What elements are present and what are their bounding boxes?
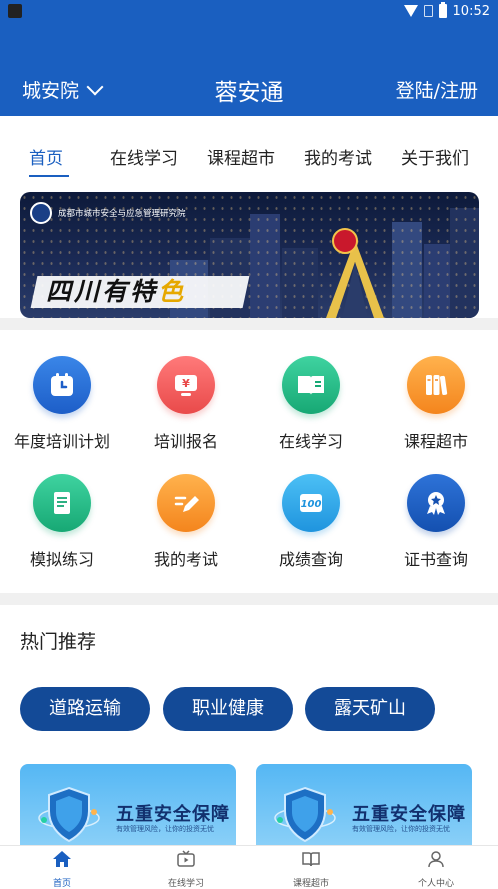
- battery-icon: [438, 2, 447, 18]
- banner-carousel[interactable]: 成都市城市安全与应急管理研究院 四川有特色: [20, 192, 479, 318]
- book-icon: [302, 852, 320, 867]
- notification-icon: [8, 4, 22, 18]
- course-card[interactable]: 五重安全保障 有效管理风险，让你的投资无忧: [256, 764, 472, 854]
- bottom-navigation: 首页 在线学习 课程超市 个人中心: [0, 845, 498, 889]
- chevron-down-icon: [86, 78, 104, 95]
- section-divider: [0, 318, 498, 330]
- org-logo: [30, 202, 52, 224]
- login-register-link[interactable]: 登陆/注册: [396, 76, 478, 103]
- wifi-icon: [403, 5, 418, 17]
- grid-course-market[interactable]: 课程超市: [374, 356, 498, 452]
- emblem-icon: [332, 228, 358, 254]
- svg-text:¥: ¥: [182, 377, 190, 390]
- active-tab-indicator: [29, 175, 69, 177]
- card-subtitle: 有效管理风险，让你的投资无忧: [352, 825, 450, 833]
- home-icon: [53, 851, 71, 867]
- banner-org-name: 成都市城市安全与应急管理研究院: [58, 209, 186, 219]
- tab-about-us[interactable]: 关于我们: [401, 144, 469, 169]
- nav-online-learning[interactable]: 在线学习: [124, 850, 248, 889]
- nav-home[interactable]: 首页: [0, 850, 124, 889]
- grid-certificate-query[interactable]: 证书查询: [374, 474, 498, 570]
- calendar-icon: [33, 356, 91, 414]
- grid-label: 证书查询: [403, 550, 468, 569]
- medal-icon: [407, 474, 465, 532]
- svg-text:100: 100: [301, 499, 322, 510]
- user-icon: [428, 851, 444, 868]
- grid-score-query[interactable]: 100 成绩查询: [249, 474, 373, 570]
- status-time: 10:52: [452, 3, 490, 19]
- grid-my-exams[interactable]: 我的考试: [124, 474, 248, 570]
- document-icon: [33, 474, 91, 532]
- grid-label: 年度培训计划: [13, 432, 110, 451]
- location-label: 城安院: [22, 80, 80, 102]
- tv-play-icon: [177, 850, 195, 867]
- status-bar: 10:52: [0, 0, 498, 22]
- tag-occupational-health[interactable]: 职业健康: [163, 687, 293, 731]
- tag-open-pit-mine[interactable]: 露天矿山: [305, 687, 435, 731]
- shield-icon: [274, 786, 336, 843]
- tab-online-learning[interactable]: 在线学习: [110, 144, 178, 169]
- grid-online-learning[interactable]: 在线学习: [249, 356, 373, 452]
- section-divider: [0, 593, 498, 605]
- tab-home[interactable]: 首页: [29, 144, 63, 169]
- location-selector[interactable]: 城安院: [22, 76, 104, 103]
- grid-label: 成绩查询: [278, 550, 343, 569]
- tab-my-exams[interactable]: 我的考试: [304, 144, 372, 169]
- yuan-monitor-icon: ¥: [157, 356, 215, 414]
- banner-slogan: 四川有特色: [46, 277, 187, 306]
- hot-section-title: 热门推荐: [20, 631, 97, 653]
- open-book-icon: [282, 356, 340, 414]
- grid-label: 我的考试: [153, 550, 218, 569]
- tag-road-transport[interactable]: 道路运输: [20, 687, 150, 731]
- shield-icon: [38, 786, 100, 843]
- grid-training-signup[interactable]: ¥ 培训报名: [124, 356, 248, 452]
- grid-mock-practice[interactable]: 模拟练习: [0, 474, 124, 570]
- grid-label: 培训报名: [153, 432, 218, 451]
- grid-label: 模拟练习: [29, 550, 94, 569]
- score-100-icon: 100: [282, 474, 340, 532]
- nav-label: 在线学习: [167, 879, 204, 889]
- tab-course-market[interactable]: 课程超市: [207, 144, 275, 169]
- app-header: 10:52 城安院 蓉安通 登陆/注册: [0, 0, 498, 116]
- course-card[interactable]: 五重安全保障 有效管理风险，让你的投资无忧: [20, 764, 236, 854]
- card-title: 五重安全保障: [116, 804, 230, 825]
- card-subtitle: 有效管理风险，让你的投资无忧: [116, 825, 214, 833]
- grid-label: 在线学习: [278, 432, 343, 451]
- nav-label: 课程超市: [292, 879, 329, 889]
- sim-icon: [423, 5, 433, 17]
- grid-label: 课程超市: [403, 432, 468, 451]
- nav-label: 个人中心: [417, 879, 454, 889]
- edit-pen-icon: [157, 474, 215, 532]
- grid-annual-plan[interactable]: 年度培训计划: [0, 356, 124, 452]
- nav-course-market[interactable]: 课程超市: [249, 850, 373, 889]
- card-title: 五重安全保障: [352, 804, 466, 825]
- nav-label: 首页: [52, 879, 71, 889]
- books-icon: [407, 356, 465, 414]
- nav-profile[interactable]: 个人中心: [374, 850, 498, 889]
- top-tabs: 首页 在线学习 课程超市 我的考试 关于我们: [0, 140, 498, 180]
